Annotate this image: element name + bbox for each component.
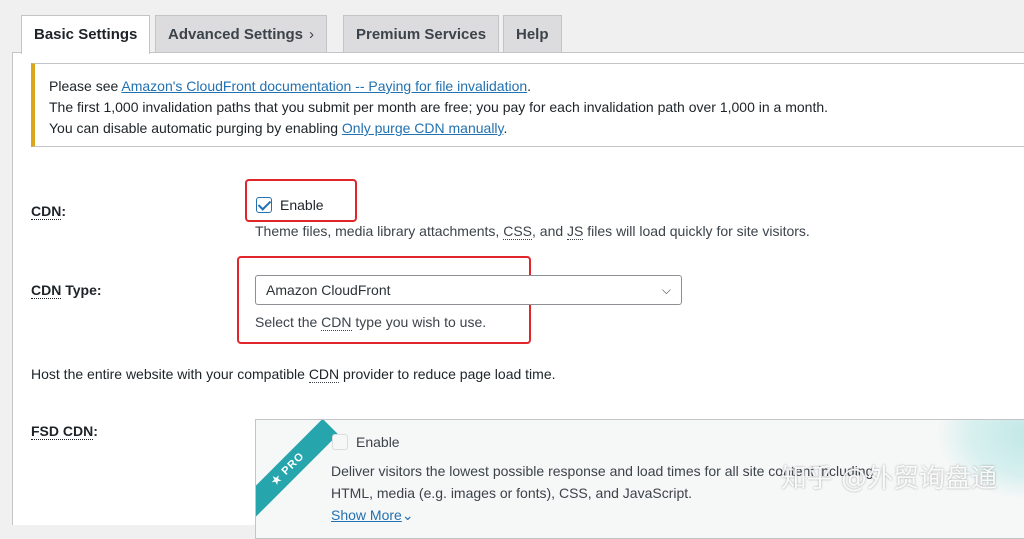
cdn-enable-checkbox[interactable] [256, 197, 272, 213]
label-suffix: : [93, 423, 98, 439]
fsd-cdn-enable-checkbox[interactable] [332, 434, 348, 450]
notice-text: You can disable automatic purging by ena… [49, 120, 342, 136]
select-value: Amazon CloudFront [266, 282, 391, 298]
tab-advanced-settings[interactable]: Advanced Settings › [155, 15, 328, 52]
purge-manually-link[interactable]: Only purge CDN manually [342, 120, 504, 136]
desc-text: files will load quickly for site visitor… [583, 223, 810, 239]
desc-text: type you wish to use. [351, 314, 487, 330]
desc-text: , and [532, 223, 568, 239]
notice-line-3: You can disable automatic purging by ena… [49, 118, 1024, 139]
tab-label: Premium Services [356, 26, 487, 43]
tab-basic-settings[interactable]: Basic Settings [21, 15, 151, 54]
pro-ribbon-badge: ★ PRO [256, 420, 339, 520]
settings-tabs: Basic Settings Advanced Settings › Premiu… [0, 0, 1024, 54]
label-suffix: : [61, 203, 67, 219]
cdn-type-description: Select the CDN type you wish to use. [255, 314, 487, 331]
chevron-down-icon: ⌵ [661, 283, 671, 297]
watermark-text: 知乎 @外贸询盘通 [780, 464, 997, 494]
notice-line-2: The first 1,000 invalidation paths that … [49, 99, 829, 115]
notice-text: . [503, 120, 508, 136]
label-suffix: Type: [61, 282, 102, 298]
desc-text: Theme files, media library attachments, [255, 223, 504, 239]
cdn-type-select[interactable]: Amazon CloudFront ⌵ [255, 275, 682, 305]
tab-label: Basic Settings [34, 26, 138, 43]
fsd-cdn-enable-label: Enable [356, 434, 400, 450]
cdn-description: Theme files, media library attachments, … [255, 223, 810, 240]
tab-label: Help [516, 26, 549, 43]
fsd-cdn-label: FSD CDN: [31, 423, 98, 440]
notice-text: . [527, 78, 532, 94]
cdn-type-label: CDN Type: [31, 282, 102, 299]
chevron-down-icon: ⌄ [401, 507, 414, 523]
abbr: CSS [503, 223, 533, 240]
desc-text: provider to reduce page load time. [339, 366, 556, 382]
cloudfront-docs-link[interactable]: Amazon's CloudFront documentation -- Pay… [121, 78, 527, 94]
desc-text: Select the [255, 314, 322, 330]
abbr: JS [567, 223, 584, 240]
abbr: CDN [321, 314, 352, 331]
chevron-right-icon: › [309, 26, 315, 43]
abbr: CDN [31, 282, 62, 299]
tab-premium-services[interactable]: Premium Services [343, 15, 500, 52]
abbr: CDN [308, 366, 340, 383]
desc-text: Host the entire website with your compat… [31, 366, 309, 382]
show-more-row: Show More⌄ [331, 504, 873, 526]
cdn-enable-label: Enable [280, 197, 324, 213]
notice-line-1: Please see Amazon's CloudFront documenta… [49, 76, 1024, 97]
abbr: CDN [31, 203, 62, 220]
abbr: FSD CDN [31, 423, 94, 440]
settings-panel: Please see Amazon's CloudFront documenta… [12, 53, 1024, 539]
host-description: Host the entire website with your compat… [31, 366, 556, 383]
tab-help[interactable]: Help [503, 15, 562, 52]
tab-label: Advanced Settings [168, 26, 304, 43]
notice-text: Please see [49, 78, 122, 94]
cdn-label: CDN: [31, 203, 67, 220]
show-more-link[interactable]: Show More [331, 507, 402, 523]
invalidation-notice: Please see Amazon's CloudFront documenta… [31, 63, 1024, 147]
